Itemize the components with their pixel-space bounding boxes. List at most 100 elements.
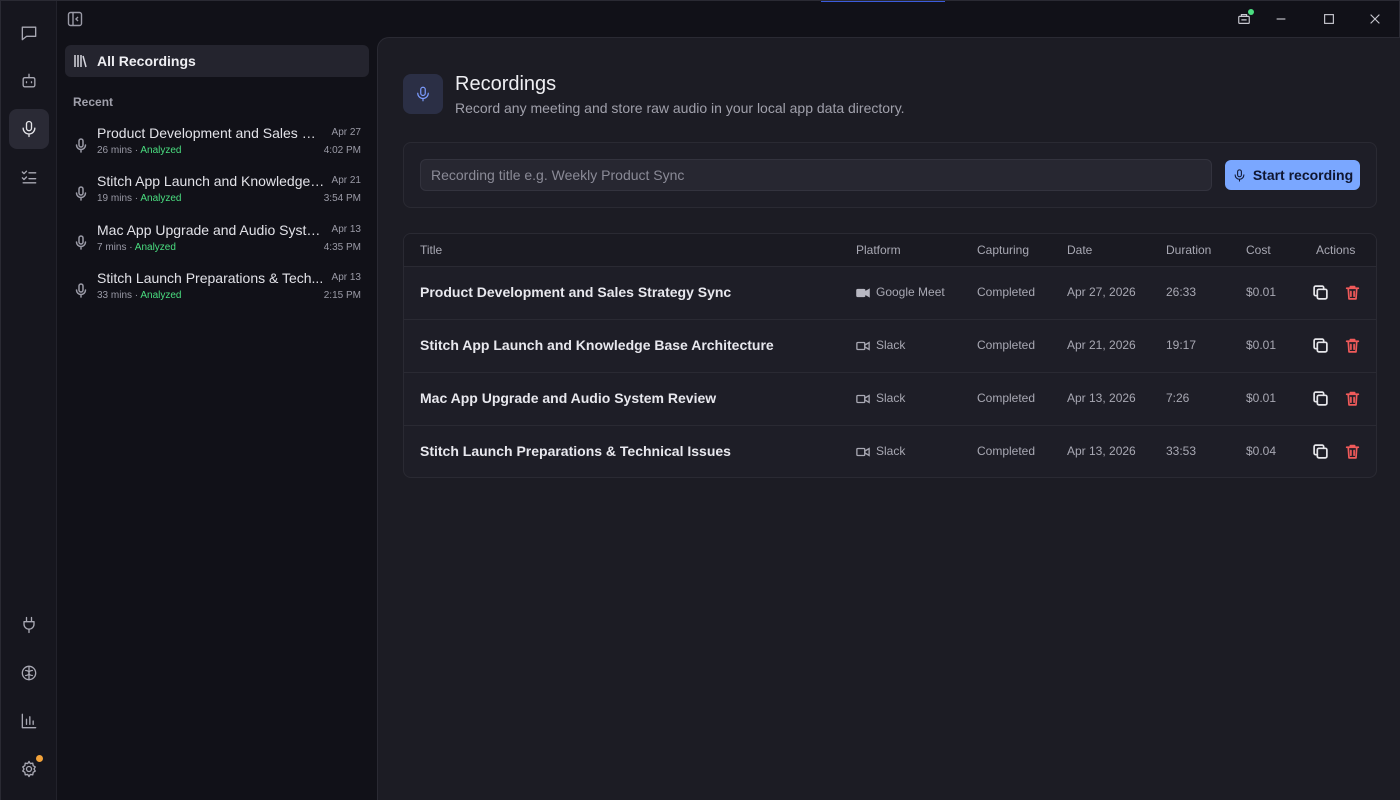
- trash-icon[interactable]: [1344, 443, 1362, 461]
- row-capturing: Completed: [977, 285, 1036, 299]
- column-duration[interactable]: Duration: [1166, 243, 1211, 257]
- status-dot: [1248, 9, 1254, 15]
- analyzed-status: Analyzed: [140, 193, 182, 204]
- title-accent-line: [821, 1, 945, 2]
- recent-recording-meta: 33 mins · Analyzed: [97, 290, 182, 301]
- microphone-icon: [73, 234, 89, 250]
- recent-recording-title: Mac App Upgrade and Audio Syste...: [97, 222, 325, 238]
- recent-recording-item[interactable]: Product Development and Sales St... 26 m…: [65, 125, 369, 169]
- row-cost: $0.01: [1246, 391, 1277, 405]
- table-row[interactable]: Stitch App Launch and Knowledge Base Arc…: [404, 320, 1376, 373]
- recent-recording-date: Apr 27: [331, 127, 361, 138]
- row-title: Product Development and Sales Strategy S…: [420, 284, 732, 300]
- sync-status-icon[interactable]: [1232, 7, 1256, 31]
- recording-title-input[interactable]: [420, 159, 1212, 191]
- row-title: Stitch App Launch and Knowledge Base Arc…: [420, 337, 774, 353]
- trash-icon[interactable]: [1344, 390, 1362, 408]
- copy-icon[interactable]: [1312, 284, 1330, 302]
- analyzed-status: Analyzed: [134, 242, 176, 253]
- row-platform: Slack: [876, 338, 906, 352]
- row-title: Stitch Launch Preparations & Technical I…: [420, 443, 731, 459]
- microphone-icon[interactable]: [9, 109, 49, 149]
- table-row[interactable]: Product Development and Sales Strategy S…: [404, 267, 1376, 320]
- row-date: Apr 13, 2026: [1067, 391, 1136, 405]
- all-recordings-label: All Recordings: [97, 53, 196, 69]
- plug-icon[interactable]: [9, 605, 49, 645]
- copy-icon[interactable]: [1312, 443, 1330, 461]
- row-capturing: Completed: [977, 391, 1036, 405]
- page-subtitle: Record any meeting and store raw audio i…: [455, 100, 905, 116]
- row-capturing: Completed: [977, 338, 1036, 352]
- column-capturing[interactable]: Capturing: [977, 243, 1029, 257]
- minimize-button[interactable]: [1269, 7, 1293, 31]
- close-button[interactable]: [1363, 7, 1387, 31]
- recent-recording-date: Apr 21: [331, 175, 361, 186]
- video-camera-icon: [856, 445, 870, 459]
- column-platform[interactable]: Platform: [856, 243, 901, 257]
- row-cost: $0.01: [1246, 338, 1277, 352]
- recent-recording-meta: 26 mins · Analyzed: [97, 145, 182, 156]
- recordings-table: Title Platform Capturing Date Duration C…: [403, 233, 1377, 478]
- row-duration: 26:33: [1166, 285, 1197, 299]
- recorder-card: Start recording: [403, 142, 1377, 208]
- row-duration: 19:17: [1166, 338, 1197, 352]
- brain-icon[interactable]: [9, 653, 49, 693]
- row-platform: Google Meet: [876, 285, 945, 299]
- table-row[interactable]: Stitch Launch Preparations & Technical I…: [404, 426, 1376, 477]
- recent-recording-title: Product Development and Sales St...: [97, 125, 325, 141]
- column-date[interactable]: Date: [1067, 243, 1092, 257]
- tasks-icon[interactable]: [9, 157, 49, 197]
- recent-recording-date: Apr 13: [331, 224, 361, 235]
- trash-icon[interactable]: [1344, 284, 1362, 302]
- recent-recording-item[interactable]: Mac App Upgrade and Audio Syste... 7 min…: [65, 222, 369, 266]
- video-camera-icon: [856, 286, 870, 300]
- recent-recording-time: 4:35 PM: [323, 242, 361, 253]
- row-date: Apr 13, 2026: [1067, 444, 1136, 458]
- row-date: Apr 21, 2026: [1067, 338, 1136, 352]
- microphone-icon: [73, 185, 89, 201]
- recent-label: Recent: [73, 95, 114, 109]
- row-capturing: Completed: [977, 444, 1036, 458]
- bot-icon[interactable]: [9, 61, 49, 101]
- video-camera-icon: [856, 392, 870, 406]
- chat-icon[interactable]: [9, 13, 49, 53]
- maximize-button[interactable]: [1317, 7, 1341, 31]
- recent-recording-meta: 19 mins · Analyzed: [97, 193, 182, 204]
- analyzed-status: Analyzed: [140, 145, 182, 156]
- column-cost[interactable]: Cost: [1246, 243, 1271, 257]
- row-platform: Slack: [876, 391, 906, 405]
- page-title: Recordings: [455, 73, 557, 95]
- notification-dot: [36, 755, 43, 762]
- table-header: Title Platform Capturing Date Duration C…: [404, 234, 1376, 267]
- recent-recording-item[interactable]: Stitch App Launch and Knowledge ... 19 m…: [65, 173, 369, 217]
- app-window: All Recordings Recent Product Developmen…: [0, 0, 1400, 800]
- row-date: Apr 27, 2026: [1067, 285, 1136, 299]
- recent-recording-title: Stitch App Launch and Knowledge ...: [97, 173, 325, 189]
- microphone-icon: [1234, 168, 1245, 182]
- all-recordings-button[interactable]: All Recordings: [65, 45, 369, 77]
- row-duration: 7:26: [1166, 391, 1190, 405]
- recent-recording-time: 3:54 PM: [323, 193, 361, 204]
- trash-icon[interactable]: [1344, 337, 1362, 355]
- microphone-icon: [73, 282, 89, 298]
- main-content: Recordings Record any meeting and store …: [377, 37, 1400, 800]
- start-recording-button[interactable]: Start recording: [1225, 160, 1360, 190]
- icon-rail: [1, 1, 57, 800]
- analyzed-status: Analyzed: [140, 290, 182, 301]
- recent-recording-time: 2:15 PM: [323, 290, 361, 301]
- table-row[interactable]: Mac App Upgrade and Audio System Review …: [404, 373, 1376, 426]
- column-title[interactable]: Title: [420, 243, 442, 257]
- copy-icon[interactable]: [1312, 337, 1330, 355]
- column-actions: Actions: [1316, 243, 1356, 257]
- copy-icon[interactable]: [1312, 390, 1330, 408]
- microphone-icon: [403, 74, 443, 114]
- row-platform: Slack: [876, 444, 906, 458]
- microphone-icon: [73, 137, 89, 153]
- collapse-sidebar-icon[interactable]: [67, 11, 83, 27]
- gear-icon[interactable]: [9, 749, 49, 789]
- recent-recording-time: 4:02 PM: [323, 145, 361, 156]
- recent-recording-item[interactable]: Stitch Launch Preparations & Tech... 33 …: [65, 270, 369, 314]
- chart-icon[interactable]: [9, 701, 49, 741]
- start-recording-label: Start recording: [1252, 167, 1354, 183]
- row-duration: 33:53: [1166, 444, 1197, 458]
